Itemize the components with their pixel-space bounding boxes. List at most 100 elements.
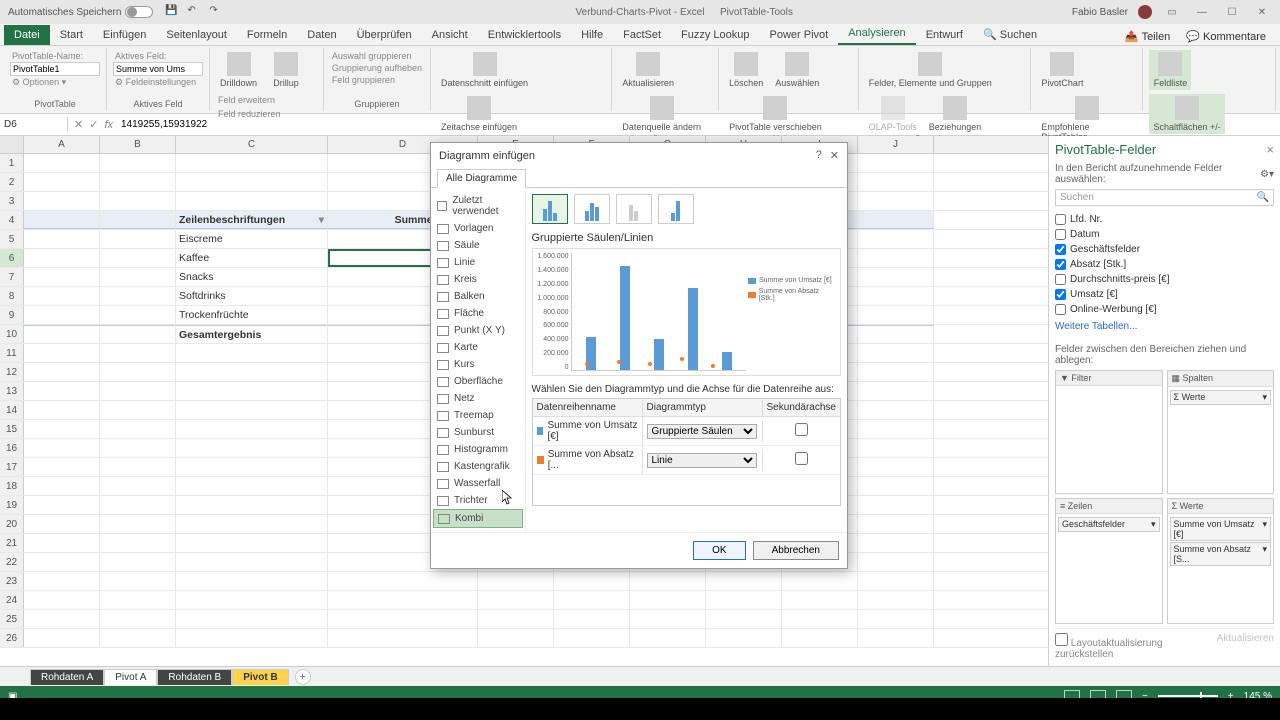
redo-icon[interactable]: ↷	[209, 5, 223, 19]
cancel-formula-icon[interactable]: ✕	[74, 118, 83, 131]
fields-items-button[interactable]: Felder, Elemente und Gruppen	[865, 50, 996, 90]
cell[interactable]	[24, 629, 100, 647]
cell[interactable]	[100, 382, 176, 400]
cell[interactable]	[858, 363, 934, 381]
cell[interactable]	[24, 439, 100, 457]
close-icon[interactable]: ✕	[1252, 7, 1272, 18]
tab-search[interactable]: 🔍 Suchen	[973, 24, 1047, 45]
cell[interactable]	[176, 553, 328, 571]
cell[interactable]	[100, 268, 176, 286]
row-header[interactable]: 12	[0, 363, 24, 381]
cell[interactable]	[100, 477, 176, 495]
chart-category-item[interactable]: Balken	[433, 288, 523, 305]
cell[interactable]	[858, 192, 934, 210]
row-header[interactable]: 20	[0, 515, 24, 533]
cell[interactable]	[24, 496, 100, 514]
cell[interactable]	[100, 515, 176, 533]
drilldown-button[interactable]: Drilldown	[216, 50, 261, 90]
cell[interactable]	[858, 515, 934, 533]
col-header[interactable]: A	[24, 136, 100, 153]
dialog-tab-all[interactable]: Alle Diagramme	[437, 169, 526, 188]
cell[interactable]	[858, 439, 934, 457]
chart-category-item[interactable]: Fläche	[433, 305, 523, 322]
row-header[interactable]: 15	[0, 420, 24, 438]
cell[interactable]	[100, 553, 176, 571]
cell[interactable]	[24, 154, 100, 172]
tab-fuzzy[interactable]: Fuzzy Lookup	[671, 25, 759, 45]
chart-category-item[interactable]: Kombi	[433, 509, 523, 528]
chart-category-item[interactable]: Karte	[433, 339, 523, 356]
name-box[interactable]: D6	[0, 117, 68, 132]
cell[interactable]	[176, 173, 328, 191]
row-header[interactable]: 18	[0, 477, 24, 495]
zoom-slider[interactable]	[1158, 695, 1218, 697]
field-item[interactable]: Lfd. Nr.	[1055, 212, 1274, 227]
cell[interactable]	[24, 211, 100, 229]
chart-category-item[interactable]: Treemap	[433, 407, 523, 424]
cell[interactable]: Zeilenbeschriftungen ▾	[176, 211, 328, 229]
cell[interactable]	[176, 458, 328, 476]
more-tables-link[interactable]: Weitere Tabellen...	[1055, 321, 1274, 332]
pivotchart-button[interactable]: PivotChart	[1037, 50, 1087, 90]
cell[interactable]	[100, 439, 176, 457]
clear-button[interactable]: Löschen	[725, 50, 767, 90]
accept-formula-icon[interactable]: ✓	[89, 118, 98, 131]
cell[interactable]	[858, 249, 934, 267]
cell[interactable]	[176, 192, 328, 210]
minimize-icon[interactable]: —	[1192, 7, 1212, 18]
cell[interactable]	[24, 382, 100, 400]
dialog-close-icon[interactable]: ✕	[830, 149, 839, 162]
rows-area[interactable]: ≡ ZeilenGeschäftsfelder▾	[1055, 498, 1163, 624]
cell[interactable]: Softdrinks	[176, 287, 328, 305]
field-pane-gear-icon[interactable]: ⚙▾	[1260, 169, 1274, 180]
pt-name-input[interactable]	[10, 62, 100, 76]
sheet-tab[interactable]: Rohdaten A	[30, 669, 104, 685]
move-pt-button[interactable]: PivotTable verschieben	[725, 94, 826, 134]
area-chip[interactable]: Σ Werte▾	[1170, 390, 1272, 405]
dialog-help-icon[interactable]: ?	[816, 149, 822, 162]
cell[interactable]	[328, 572, 478, 590]
comments-button[interactable]: 💬 Kommentare	[1180, 28, 1272, 45]
cell[interactable]	[100, 230, 176, 248]
row-header[interactable]: 24	[0, 591, 24, 609]
chart-category-item[interactable]: Linie	[433, 254, 523, 271]
cell[interactable]	[858, 572, 934, 590]
cell[interactable]	[782, 572, 858, 590]
tab-start[interactable]: Start	[50, 25, 93, 45]
cell[interactable]	[24, 477, 100, 495]
timeline-button[interactable]: Zeitachse einfügen	[437, 94, 521, 134]
chart-category-item[interactable]: Oberfläche	[433, 373, 523, 390]
cell[interactable]	[782, 591, 858, 609]
area-chip[interactable]: Summe von Absatz [S...▾	[1170, 542, 1272, 566]
cell[interactable]	[176, 439, 328, 457]
cell[interactable]	[554, 591, 630, 609]
cell[interactable]	[858, 629, 934, 647]
field-item[interactable]: Durchschnitts-preis [€]	[1055, 272, 1274, 287]
cell[interactable]	[858, 211, 934, 229]
cell[interactable]	[24, 534, 100, 552]
save-icon[interactable]: 💾	[165, 5, 179, 19]
fieldlist-button[interactable]: Feldliste	[1149, 50, 1191, 90]
cell[interactable]	[100, 344, 176, 362]
row-header[interactable]: 6	[0, 249, 24, 267]
cell[interactable]	[100, 401, 176, 419]
series1-secondary-checkbox[interactable]	[795, 423, 808, 436]
cell[interactable]	[100, 591, 176, 609]
tab-developer[interactable]: Entwicklertools	[478, 25, 571, 45]
sheet-tab[interactable]: Pivot B	[232, 669, 288, 685]
row-header[interactable]: 13	[0, 382, 24, 400]
tab-factset[interactable]: FactSet	[613, 25, 671, 45]
combo-subtype-2[interactable]	[574, 194, 610, 224]
cell[interactable]	[328, 610, 478, 628]
cell[interactable]	[858, 610, 934, 628]
cell[interactable]	[858, 154, 934, 172]
chart-category-item[interactable]: Vorlagen	[433, 220, 523, 237]
cell[interactable]	[706, 591, 782, 609]
row-header[interactable]: 22	[0, 553, 24, 571]
cell[interactable]	[100, 572, 176, 590]
row-header[interactable]: 19	[0, 496, 24, 514]
tab-powerpivot[interactable]: Power Pivot	[760, 25, 839, 45]
cell[interactable]	[100, 287, 176, 305]
tab-analyze[interactable]: Analysieren	[838, 23, 915, 45]
options-button[interactable]: ⚙ Optionen ▾	[10, 76, 100, 89]
